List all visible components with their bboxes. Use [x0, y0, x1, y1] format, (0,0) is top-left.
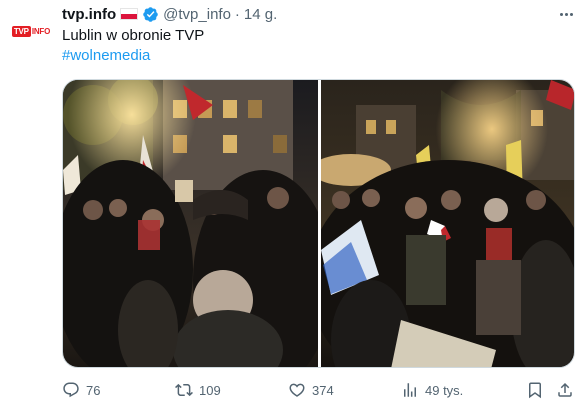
heart-icon	[289, 383, 305, 397]
display-name[interactable]: tvp.info	[62, 6, 116, 23]
retweet-count: 109	[199, 382, 221, 398]
tweet-text: Lublin w obronie TVP	[62, 27, 205, 44]
retweet-icon	[175, 383, 193, 397]
photo-right[interactable]	[321, 80, 574, 367]
logo-tvp: TVP	[11, 25, 31, 37]
share-icon	[558, 382, 572, 397]
tweet[interactable]: TVP INFO tvp.info @tvp_info · 14 g. Lubli…	[0, 0, 588, 411]
reply-count: 76	[86, 382, 101, 398]
hashtag-link[interactable]: #wolnemedia	[62, 46, 150, 66]
tvp-info-logo: TVP INFO	[11, 25, 51, 37]
reply-button[interactable]: 76	[62, 378, 100, 402]
tweet-header: tvp.info @tvp_info · 14 g.	[62, 4, 277, 24]
handle[interactable]: @tvp_info	[163, 6, 231, 23]
views-chart-icon	[404, 383, 416, 397]
bookmark-icon	[529, 382, 541, 399]
media-grid	[62, 79, 575, 368]
separator: ·	[234, 5, 240, 23]
retweet-button[interactable]: 109	[175, 378, 221, 402]
logo-info: INFO	[31, 26, 51, 36]
views-count: 49 tys.	[425, 382, 464, 398]
verified-badge-icon[interactable]	[142, 6, 159, 23]
timestamp[interactable]: 14 g.	[244, 6, 277, 23]
action-bar: 76 109 374 49 tys.	[62, 378, 576, 402]
share-button[interactable]	[556, 378, 574, 402]
views-button[interactable]: 49 tys.	[401, 378, 463, 402]
photo-left[interactable]	[63, 80, 318, 367]
like-count: 374	[312, 382, 334, 398]
bookmark-button[interactable]	[526, 378, 544, 402]
like-button[interactable]: 374	[288, 378, 334, 402]
reply-icon	[63, 382, 79, 398]
avatar[interactable]: TVP INFO	[11, 11, 51, 51]
poland-flag-icon	[120, 8, 139, 20]
more-options-icon[interactable]	[556, 6, 576, 22]
